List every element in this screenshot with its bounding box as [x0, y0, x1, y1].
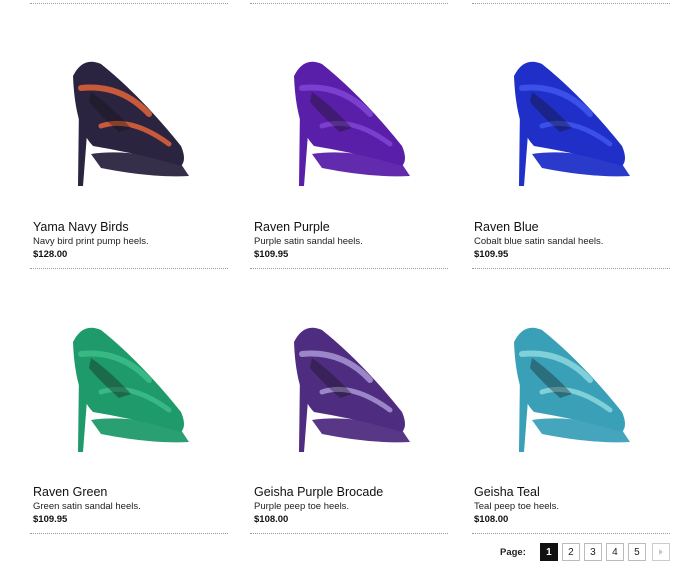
page-5-button[interactable]: 5 [627, 543, 646, 561]
page-1-button[interactable]: 1 [539, 543, 558, 561]
row-divider [472, 268, 670, 269]
product-image[interactable] [31, 36, 231, 206]
product-image[interactable] [472, 302, 672, 472]
next-arrow-icon[interactable] [651, 543, 670, 561]
product-image[interactable] [252, 36, 452, 206]
row-divider [30, 268, 228, 269]
teal-peep-toe-heel [514, 327, 630, 452]
product-price: $108.00 [474, 514, 509, 525]
product-image[interactable] [252, 302, 452, 472]
product-image[interactable] [472, 36, 672, 206]
product-name[interactable]: Raven Green [33, 485, 107, 499]
row-divider [472, 533, 670, 534]
page-2-button[interactable]: 2 [561, 543, 580, 561]
row-divider [250, 268, 448, 269]
product-description: Purple satin sandal heels. [254, 236, 363, 247]
product-card[interactable]: Raven Green Green satin sandal heels. $1… [31, 302, 231, 534]
product-image[interactable] [31, 302, 231, 472]
product-description: Cobalt blue satin sandal heels. [474, 236, 604, 247]
product-card[interactable]: Geisha Teal Teal peep toe heels. $108.00 [472, 302, 672, 534]
page-3-button[interactable]: 3 [583, 543, 602, 561]
product-description: Purple peep toe heels. [254, 501, 350, 512]
pagination-label: Page: [500, 546, 526, 558]
product-name[interactable]: Raven Purple [254, 220, 330, 234]
row-divider [472, 3, 670, 4]
product-card[interactable]: Raven Purple Purple satin sandal heels. … [252, 36, 452, 268]
green-satin-sandal-heel [73, 327, 189, 452]
purple-satin-sandal-heel [294, 61, 410, 186]
product-price: $128.00 [33, 249, 68, 260]
row-divider [30, 533, 228, 534]
page-4-button[interactable]: 4 [605, 543, 624, 561]
product-card[interactable]: Geisha Purple Brocade Purple peep toe he… [252, 302, 452, 534]
product-description: Teal peep toe heels. [474, 501, 560, 512]
purple-brocade-peep-toe-heel [294, 327, 410, 452]
product-name[interactable]: Geisha Purple Brocade [254, 485, 383, 499]
cobalt-blue-satin-sandal-heel [514, 61, 630, 186]
product-price: $109.95 [33, 514, 68, 525]
product-description: Navy bird print pump heels. [33, 236, 149, 247]
row-divider [30, 3, 228, 4]
row-divider [250, 533, 448, 534]
row-divider [250, 3, 448, 4]
product-card[interactable]: Raven Blue Cobalt blue satin sandal heel… [472, 36, 672, 268]
product-card[interactable]: Yama Navy Birds Navy bird print pump hee… [31, 36, 231, 268]
product-name[interactable]: Geisha Teal [474, 485, 540, 499]
pagination: Page: 1 2 3 4 5 [500, 542, 670, 562]
product-description: Green satin sandal heels. [33, 501, 141, 512]
product-price: $109.95 [474, 249, 509, 260]
product-name[interactable]: Raven Blue [474, 220, 539, 234]
navy-bird-print-pump-heel [73, 61, 189, 186]
product-price: $109.95 [254, 249, 289, 260]
product-price: $108.00 [254, 514, 289, 525]
product-name[interactable]: Yama Navy Birds [33, 220, 129, 234]
